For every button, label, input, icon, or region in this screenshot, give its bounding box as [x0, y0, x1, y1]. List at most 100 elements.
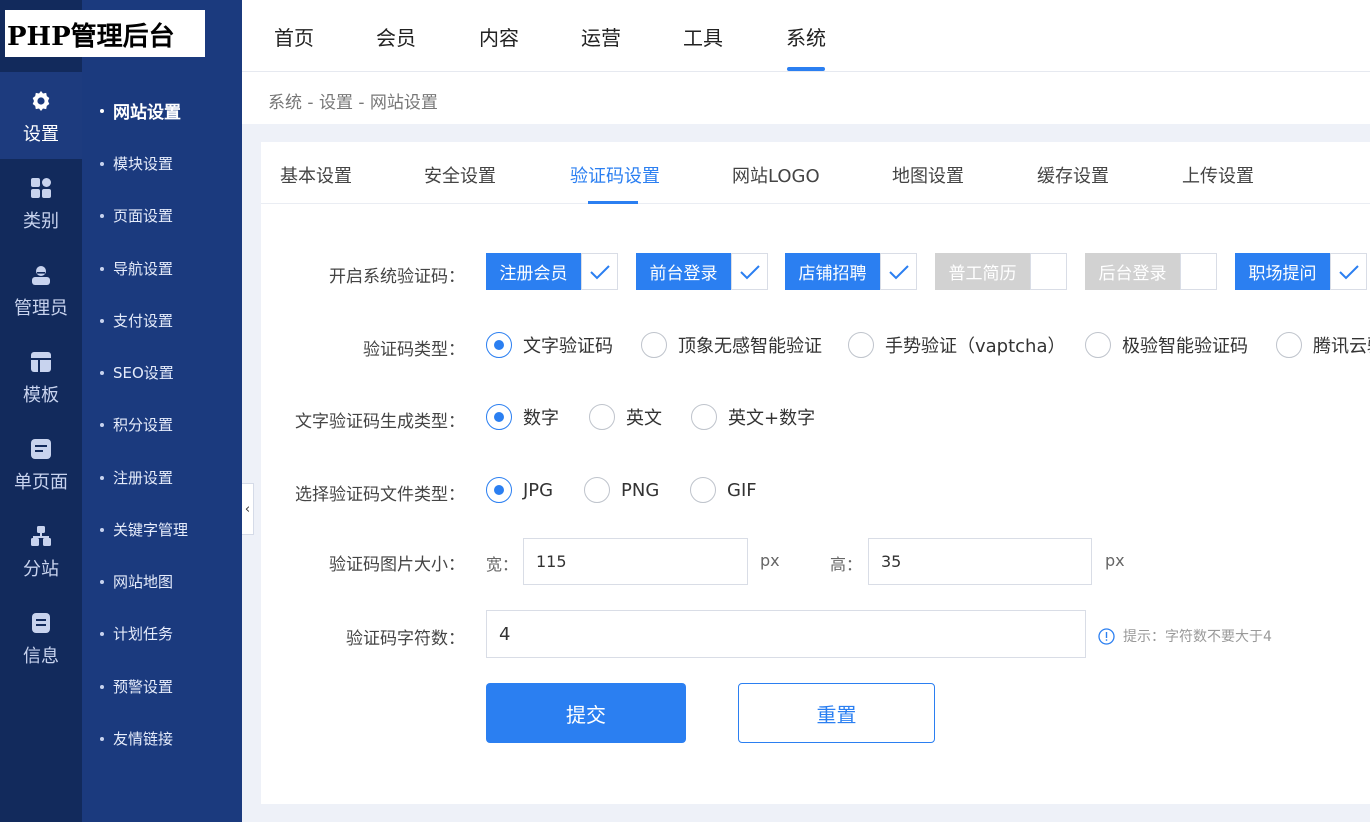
radio-jpg[interactable]: JPG	[486, 477, 553, 503]
subnav-item-seo-settings[interactable]: SEO设置	[100, 362, 174, 383]
empty-checkbox-icon	[1030, 253, 1067, 290]
checkbox-label: 注册会员	[486, 253, 581, 290]
top-tab-members[interactable]: 会员	[376, 22, 416, 51]
bullet-icon	[100, 475, 104, 480]
top-tab-tools[interactable]: 工具	[683, 22, 723, 51]
radio-label: PNG	[621, 479, 660, 501]
subnav-label: 注册设置	[113, 469, 174, 487]
subnav-item-scheduled-tasks[interactable]: 计划任务	[100, 623, 173, 644]
radio-label: 文字验证码	[523, 336, 613, 357]
top-tab-home[interactable]: 首页	[274, 22, 314, 51]
height-input[interactable]	[868, 538, 1092, 585]
tab-basic[interactable]: 基本设置	[280, 162, 352, 188]
radio-vaptcha[interactable]: 手势验证（vaptcha）	[848, 332, 1066, 358]
radio-label: GIF	[727, 479, 757, 501]
check-icon	[1330, 253, 1367, 290]
breadcrumb: 系统 - 设置 - 网站设置	[268, 93, 438, 113]
rail-item-admin[interactable]: 管理员	[0, 246, 82, 333]
empty-checkbox-icon	[1180, 253, 1217, 290]
subnav-item-keyword-management[interactable]: 关键字管理	[100, 519, 188, 540]
bullet-icon	[100, 266, 104, 271]
checkbox-worker-resume[interactable]: 普工简历	[935, 253, 1067, 290]
subnav-item-alert-settings[interactable]: 预警设置	[100, 676, 173, 697]
top-tab-content[interactable]: 内容	[479, 22, 519, 51]
app-title: PHP管理后台	[7, 22, 175, 52]
text-type-label: 文字验证码生成类型：	[295, 412, 465, 432]
reset-button[interactable]: 重置	[738, 683, 935, 743]
radio-tencent-captcha[interactable]: 腾讯云验	[1276, 332, 1370, 358]
rail-item-info[interactable]: 信息	[0, 594, 82, 681]
tab-security[interactable]: 安全设置	[424, 162, 496, 188]
subnav-label: 积分设置	[113, 416, 174, 434]
radio-label: 英文	[626, 408, 662, 429]
checkbox-career-question[interactable]: 职场提问	[1235, 253, 1367, 290]
radio-numbers[interactable]: 数字	[486, 404, 559, 430]
user-icon	[28, 262, 54, 288]
subnav-item-module-settings[interactable]: 模块设置	[100, 153, 173, 174]
radio-icon	[690, 477, 716, 503]
width-input[interactable]	[523, 538, 748, 585]
subnav-item-nav-settings[interactable]: 导航设置	[100, 258, 173, 279]
height-label: 高：	[830, 555, 863, 574]
radio-png[interactable]: PNG	[584, 477, 659, 503]
rail-item-substation[interactable]: 分站	[0, 507, 82, 594]
subnav-label: 网站设置	[113, 103, 181, 123]
enable-captcha-label: 开启系统验证码：	[329, 267, 465, 287]
radio-icon	[584, 477, 610, 503]
radio-geetest[interactable]: 极验智能验证码	[1085, 332, 1248, 358]
height-unit: px	[1105, 551, 1125, 570]
tab-captcha[interactable]: 验证码设置	[570, 162, 660, 188]
radio-english-numbers[interactable]: 英文+数字	[691, 404, 815, 430]
tab-logo[interactable]: 网站LOGO	[732, 162, 820, 188]
radio-english[interactable]: 英文	[589, 404, 662, 430]
subnav-item-page-settings[interactable]: 页面设置	[100, 205, 173, 226]
sidebar-collapse-button[interactable]: ‹	[242, 483, 254, 535]
checkbox-frontend-login[interactable]: 前台登录	[636, 253, 768, 290]
check-icon	[880, 253, 917, 290]
top-tab-operations[interactable]: 运营	[581, 22, 621, 51]
subnav-label: 预警设置	[113, 678, 174, 696]
top-tab-system[interactable]: 系统	[786, 22, 826, 51]
subnav-item-register-settings[interactable]: 注册设置	[100, 467, 173, 488]
radio-label: 英文+数字	[728, 408, 816, 429]
radio-label: 数字	[523, 408, 559, 429]
radio-icon	[589, 404, 615, 430]
radio-label: JPG	[523, 479, 554, 501]
subnav-label: 导航设置	[113, 260, 174, 278]
submit-button[interactable]: 提交	[486, 683, 686, 743]
radio-gif[interactable]: GIF	[690, 477, 757, 503]
subnav-label: 模块设置	[113, 155, 174, 173]
char-count-input[interactable]	[486, 610, 1086, 658]
checkbox-label: 职场提问	[1235, 253, 1330, 290]
radio-text-captcha[interactable]: 文字验证码	[486, 332, 613, 358]
checkbox-backend-login[interactable]: 后台登录	[1085, 253, 1217, 290]
rail-item-template[interactable]: 模板	[0, 333, 82, 420]
bullet-icon	[100, 108, 104, 113]
settings-subnav: 网站设置 模块设置 页面设置 导航设置 支付设置 SEO设置 积分设置 注册设置…	[82, 0, 242, 822]
rail-label: 分站	[23, 559, 59, 580]
breadcrumb-bar: 系统 - 设置 - 网站设置	[242, 72, 1370, 124]
hint-text: 提示：字符数不要大于4	[1123, 629, 1272, 645]
checkbox-register-member[interactable]: 注册会员	[486, 253, 618, 290]
check-icon	[581, 253, 618, 290]
gear-icon	[28, 88, 54, 114]
bullet-icon	[100, 422, 104, 427]
subnav-item-sitemap[interactable]: 网站地图	[100, 571, 173, 592]
rail-item-category[interactable]: 类别	[0, 159, 82, 246]
radio-label: 极验智能验证码	[1122, 336, 1248, 357]
checkbox-shop-recruit[interactable]: 店铺招聘	[785, 253, 917, 290]
rail-item-single-page[interactable]: 单页面	[0, 420, 82, 507]
subnav-item-friendly-links[interactable]: 友情链接	[100, 728, 173, 749]
tab-upload[interactable]: 上传设置	[1182, 162, 1254, 188]
tab-cache[interactable]: 缓存设置	[1037, 162, 1109, 188]
bullet-icon	[100, 631, 104, 636]
radio-dingxiang-captcha[interactable]: 顶象无感智能验证	[641, 332, 822, 358]
subnav-item-site-settings[interactable]: 网站设置	[100, 98, 181, 123]
info-icon	[28, 610, 54, 636]
rail-item-settings[interactable]: 设置	[0, 72, 82, 159]
radio-label: 顶象无感智能验证	[678, 336, 822, 357]
active-tab-indicator	[588, 201, 638, 204]
subnav-item-points-settings[interactable]: 积分设置	[100, 414, 173, 435]
subnav-item-payment-settings[interactable]: 支付设置	[100, 310, 173, 331]
tab-map[interactable]: 地图设置	[892, 162, 964, 188]
